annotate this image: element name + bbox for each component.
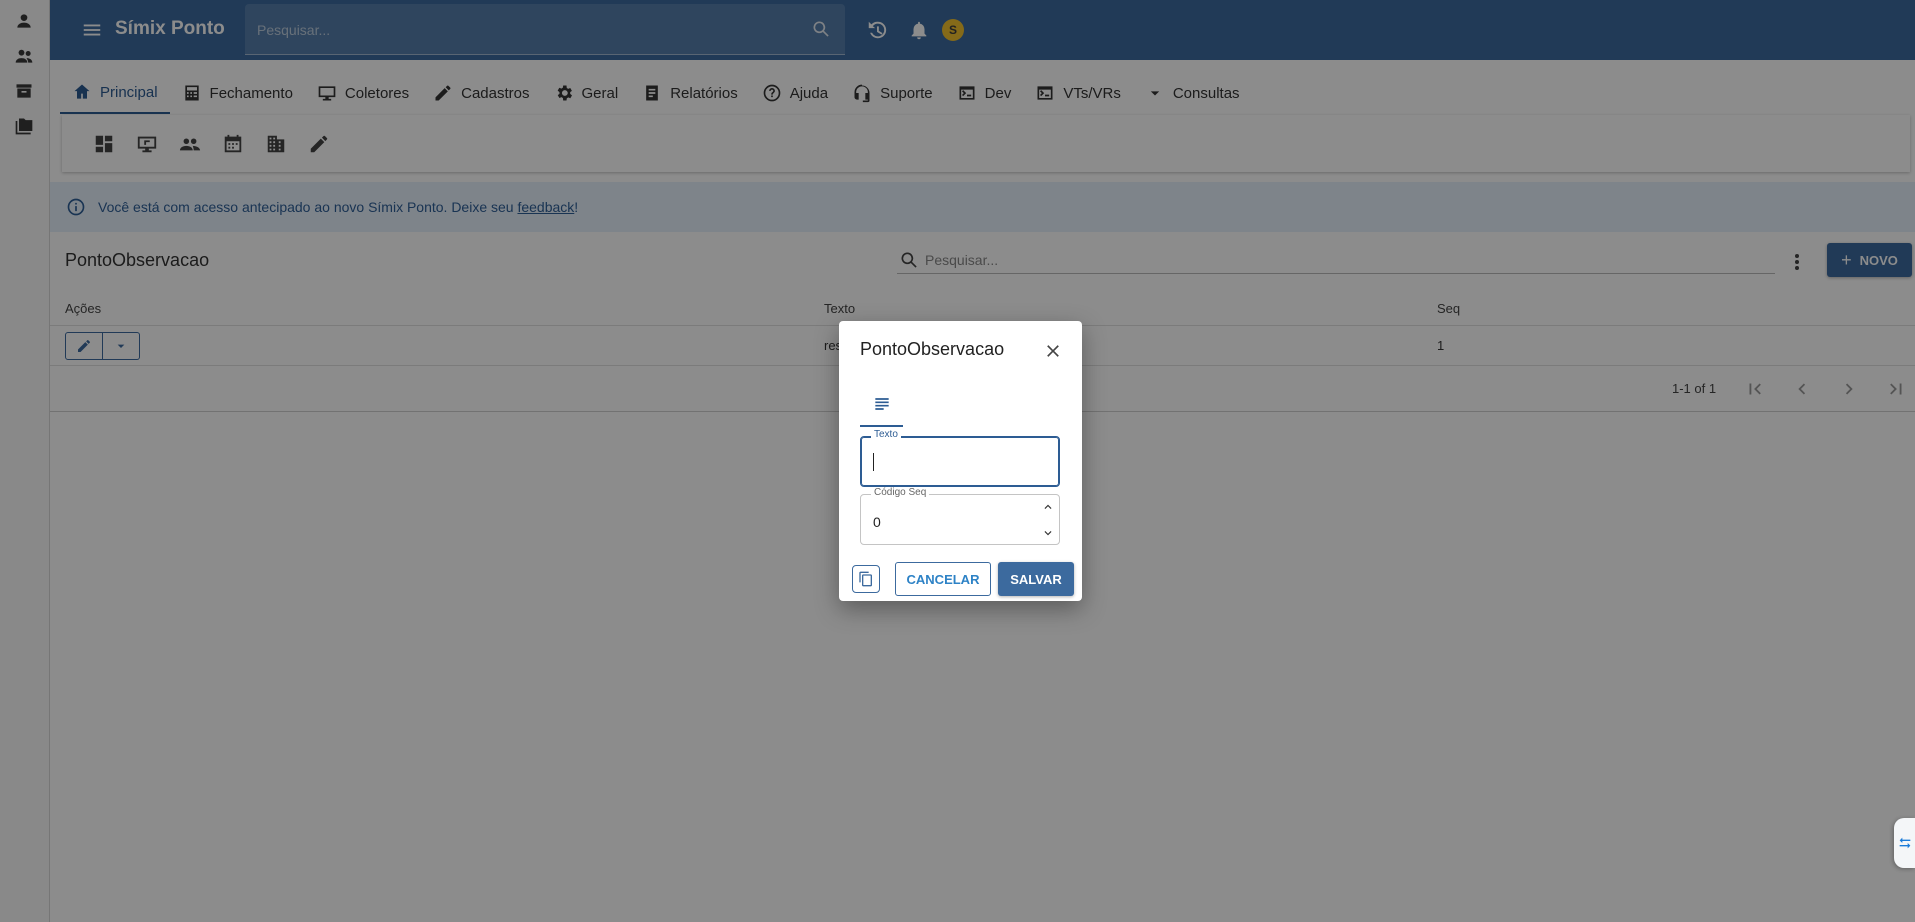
text-lines-icon <box>874 398 889 410</box>
chevron-up-icon[interactable] <box>1041 500 1055 514</box>
chevron-down-icon[interactable] <box>1041 526 1055 540</box>
codigo-seq-input[interactable] <box>873 511 1023 533</box>
cancel-button[interactable]: CANCELAR <box>895 562 991 596</box>
remote-support-widget[interactable] <box>1894 818 1915 868</box>
dialog-title: PontoObservacao <box>860 339 1005 359</box>
swap-arrows-icon <box>1899 837 1910 849</box>
texto-field: Texto <box>860 429 1060 487</box>
save-button[interactable]: SALVAR <box>998 562 1074 596</box>
codigo-seq-label: Código Seq <box>871 487 930 498</box>
texto-input[interactable] <box>873 451 1023 473</box>
tab-general-fields[interactable] <box>860 383 903 427</box>
close-icon[interactable] <box>1043 341 1063 361</box>
text-cursor <box>873 453 874 471</box>
edit-dialog: PontoObservacao Texto Código Seq CANCELA… <box>839 321 1082 601</box>
copy-icon <box>859 571 872 587</box>
codigo-seq-field: Código Seq <box>860 487 1060 545</box>
copy-button[interactable] <box>852 565 880 593</box>
texto-label: Texto <box>871 429 901 440</box>
